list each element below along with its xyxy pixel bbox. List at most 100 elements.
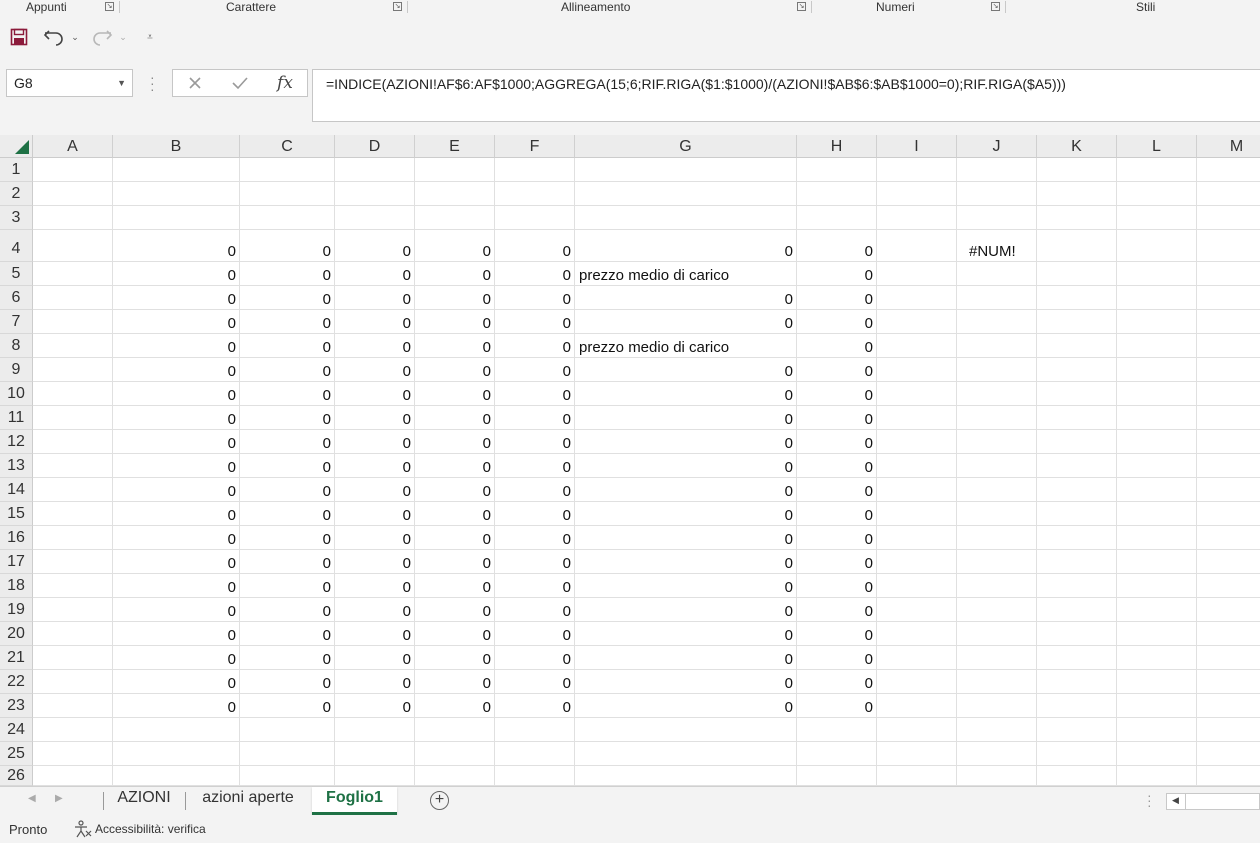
cell-b16[interactable]: 0: [113, 530, 240, 550]
horizontal-scrollbar[interactable]: ◀: [1166, 793, 1260, 810]
row-header-9[interactable]: 9: [0, 358, 33, 382]
cell-g12[interactable]: 0: [575, 434, 797, 454]
cell-c13[interactable]: 0: [240, 458, 335, 478]
scroll-left-arrow-icon[interactable]: ◀: [1172, 795, 1179, 806]
accessibility-status[interactable]: Accessibilità: verifica: [95, 822, 206, 836]
add-sheet-button[interactable]: +: [430, 791, 449, 810]
row-header-13[interactable]: 13: [0, 454, 33, 478]
cell-b17[interactable]: 0: [113, 554, 240, 574]
cell-f5[interactable]: 0: [495, 266, 575, 286]
redo-button[interactable]: [90, 24, 114, 50]
cell-f8[interactable]: 0: [495, 338, 575, 358]
cell-f10[interactable]: 0: [495, 386, 575, 406]
cell-h22[interactable]: 0: [797, 674, 877, 694]
undo-dropdown-chevron-icon[interactable]: ⌄: [70, 24, 80, 50]
cell-f15[interactable]: 0: [495, 506, 575, 526]
cell-h7[interactable]: 0: [797, 314, 877, 334]
row-header-26[interactable]: 26: [0, 766, 33, 786]
column-header-f[interactable]: F: [495, 135, 575, 158]
column-header-i[interactable]: I: [877, 135, 957, 158]
insert-function-button[interactable]: fx: [270, 70, 300, 96]
cell-g10[interactable]: 0: [575, 386, 797, 406]
cell-d12[interactable]: 0: [335, 434, 415, 454]
cell-d13[interactable]: 0: [335, 458, 415, 478]
row-header-12[interactable]: 12: [0, 430, 33, 454]
row-header-23[interactable]: 23: [0, 694, 33, 718]
cell-f11[interactable]: 0: [495, 410, 575, 430]
row-header-2[interactable]: 2: [0, 182, 33, 206]
cell-h12[interactable]: 0: [797, 434, 877, 454]
cell-d6[interactable]: 0: [335, 290, 415, 310]
cell-c15[interactable]: 0: [240, 506, 335, 526]
cell-d10[interactable]: 0: [335, 386, 415, 406]
cell-f16[interactable]: 0: [495, 530, 575, 550]
cell-e5[interactable]: 0: [415, 266, 495, 286]
cell-e15[interactable]: 0: [415, 506, 495, 526]
dialog-launcher-icon[interactable]: ↘: [393, 2, 402, 11]
cell-e11[interactable]: 0: [415, 410, 495, 430]
cell-g15[interactable]: 0: [575, 506, 797, 526]
cell-h4[interactable]: 0: [797, 242, 877, 262]
cell-c17[interactable]: 0: [240, 554, 335, 574]
row-header-11[interactable]: 11: [0, 406, 33, 430]
worksheet-grid[interactable]: A B C D E F G H I J K L M 1 2 3 4 5 6 7 8 9 10 11 12 13 14 15 16 17 18…: [0, 135, 1260, 786]
scroll-tabs-right-icon[interactable]: ▶: [55, 793, 63, 804]
cell-h11[interactable]: 0: [797, 410, 877, 430]
cell-g18[interactable]: 0: [575, 578, 797, 598]
cell-e23[interactable]: 0: [415, 698, 495, 718]
cell-g23[interactable]: 0: [575, 698, 797, 718]
cell-f9[interactable]: 0: [495, 362, 575, 382]
cell-e13[interactable]: 0: [415, 458, 495, 478]
cell-e8[interactable]: 0: [415, 338, 495, 358]
cell-b13[interactable]: 0: [113, 458, 240, 478]
cell-h21[interactable]: 0: [797, 650, 877, 670]
cell-b9[interactable]: 0: [113, 362, 240, 382]
cell-e17[interactable]: 0: [415, 554, 495, 574]
cell-e10[interactable]: 0: [415, 386, 495, 406]
cell-c7[interactable]: 0: [240, 314, 335, 334]
row-header-20[interactable]: 20: [0, 622, 33, 646]
cell-d21[interactable]: 0: [335, 650, 415, 670]
cell-g6[interactable]: 0: [575, 290, 797, 310]
cell-c16[interactable]: 0: [240, 530, 335, 550]
cell-e4[interactable]: 0: [415, 242, 495, 262]
cell-h19[interactable]: 0: [797, 602, 877, 622]
formula-bar-grip-icon[interactable]: · · ·: [150, 70, 155, 96]
cell-f17[interactable]: 0: [495, 554, 575, 574]
row-header-15[interactable]: 15: [0, 502, 33, 526]
save-button[interactable]: [8, 24, 30, 50]
tab-azioni[interactable]: AZIONI: [106, 787, 182, 815]
cell-b6[interactable]: 0: [113, 290, 240, 310]
cell-h13[interactable]: 0: [797, 458, 877, 478]
cell-j4[interactable]: #NUM!: [965, 242, 1045, 262]
cell-b5[interactable]: 0: [113, 266, 240, 286]
cell-d19[interactable]: 0: [335, 602, 415, 622]
cell-f18[interactable]: 0: [495, 578, 575, 598]
cell-e21[interactable]: 0: [415, 650, 495, 670]
cell-f22[interactable]: 0: [495, 674, 575, 694]
cell-h20[interactable]: 0: [797, 626, 877, 646]
column-header-m[interactable]: M: [1197, 135, 1260, 158]
cell-f21[interactable]: 0: [495, 650, 575, 670]
cell-d4[interactable]: 0: [335, 242, 415, 262]
cell-e14[interactable]: 0: [415, 482, 495, 502]
cell-e12[interactable]: 0: [415, 434, 495, 454]
row-header-16[interactable]: 16: [0, 526, 33, 550]
cell-c20[interactable]: 0: [240, 626, 335, 646]
cell-e19[interactable]: 0: [415, 602, 495, 622]
column-header-a[interactable]: A: [33, 135, 113, 158]
cell-c12[interactable]: 0: [240, 434, 335, 454]
cell-d22[interactable]: 0: [335, 674, 415, 694]
cell-g19[interactable]: 0: [575, 602, 797, 622]
cell-g20[interactable]: 0: [575, 626, 797, 646]
row-header-1[interactable]: 1: [0, 158, 33, 182]
customize-qat-icon[interactable]: ⩡: [143, 24, 157, 50]
column-header-b[interactable]: B: [113, 135, 240, 158]
chevron-down-icon[interactable]: ▼: [117, 70, 126, 96]
row-header-7[interactable]: 7: [0, 310, 33, 334]
cell-b20[interactable]: 0: [113, 626, 240, 646]
cell-c14[interactable]: 0: [240, 482, 335, 502]
cell-e9[interactable]: 0: [415, 362, 495, 382]
cell-d8[interactable]: 0: [335, 338, 415, 358]
select-all-button[interactable]: [0, 135, 33, 158]
